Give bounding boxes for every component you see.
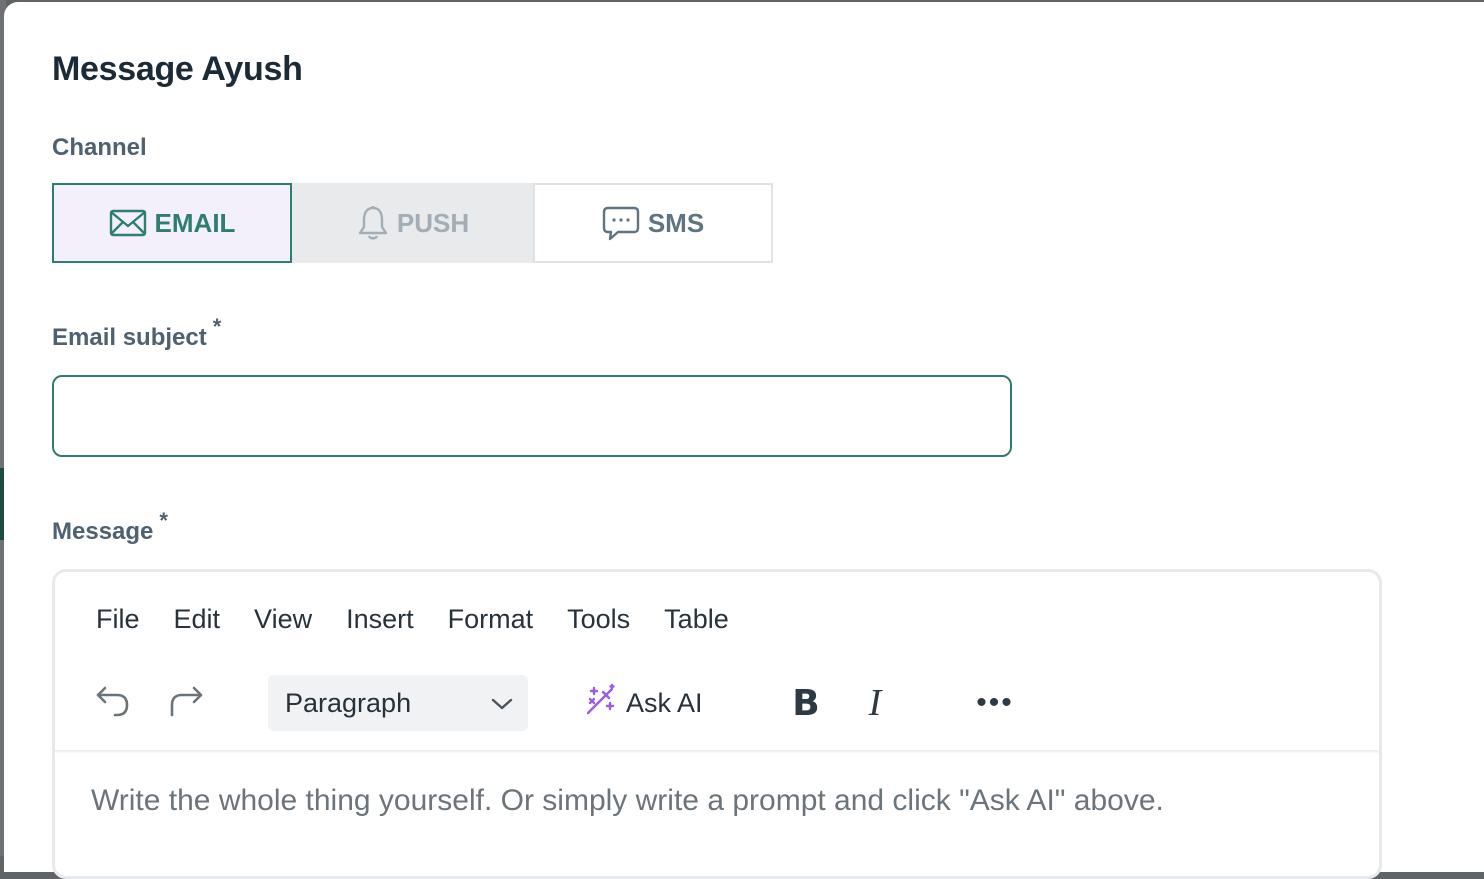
- required-marker: *: [212, 314, 222, 339]
- email-subject-input[interactable]: [52, 375, 1012, 457]
- menu-table[interactable]: Table: [664, 604, 729, 635]
- channel-push-label: PUSH: [396, 207, 470, 238]
- more-options-button[interactable]: •••: [967, 680, 1023, 726]
- message-label: Message *: [52, 508, 168, 546]
- undo-button[interactable]: [91, 680, 135, 726]
- ask-ai-label: Ask AI: [626, 687, 703, 718]
- channel-label: Channel: [52, 134, 147, 161]
- message-label-text: Message: [52, 518, 154, 545]
- menu-view[interactable]: View: [254, 604, 312, 635]
- block-format-select[interactable]: Paragraph: [268, 675, 528, 731]
- envelope-icon: [109, 208, 147, 238]
- rich-text-editor: File Edit View Insert Format Tools Table: [52, 569, 1382, 879]
- chat-bubble-icon: [602, 205, 640, 241]
- message-dialog: Message Ayush Channel EMAIL PUSH SMS Ema…: [4, 2, 1484, 879]
- editor-menubar: File Edit View Insert Format Tools Table: [96, 604, 763, 635]
- email-subject-label: Email subject *: [52, 314, 221, 352]
- menu-format[interactable]: Format: [448, 604, 534, 635]
- block-format-value: Paragraph: [285, 687, 412, 718]
- undo-icon: [95, 684, 131, 723]
- magic-wand-icon: [584, 683, 618, 724]
- ask-ai-button[interactable]: Ask AI: [584, 680, 703, 726]
- menu-edit[interactable]: Edit: [174, 604, 221, 635]
- email-subject-label-text: Email subject: [52, 324, 207, 351]
- required-marker: *: [159, 508, 168, 533]
- channel-email-button[interactable]: EMAIL: [52, 183, 292, 263]
- editor-body-placeholder[interactable]: Write the whole thing yourself. Or simpl…: [91, 784, 1164, 818]
- channel-sms-label: SMS: [647, 207, 705, 238]
- dialog-title: Message Ayush: [52, 50, 303, 88]
- menu-tools[interactable]: Tools: [567, 604, 630, 635]
- menu-insert[interactable]: Insert: [346, 604, 414, 635]
- channel-push-button[interactable]: PUSH: [292, 183, 534, 263]
- italic-button[interactable]: I: [852, 680, 898, 726]
- channel-email-label: EMAIL: [154, 207, 236, 238]
- bold-button[interactable]: B: [783, 680, 829, 726]
- channel-sms-button[interactable]: SMS: [533, 183, 773, 263]
- bell-icon: [357, 205, 389, 241]
- menu-file[interactable]: File: [96, 604, 140, 635]
- redo-button[interactable]: [164, 680, 208, 726]
- redo-icon: [168, 684, 204, 723]
- toolbar-divider: [55, 750, 1379, 754]
- chevron-down-icon: [490, 688, 514, 719]
